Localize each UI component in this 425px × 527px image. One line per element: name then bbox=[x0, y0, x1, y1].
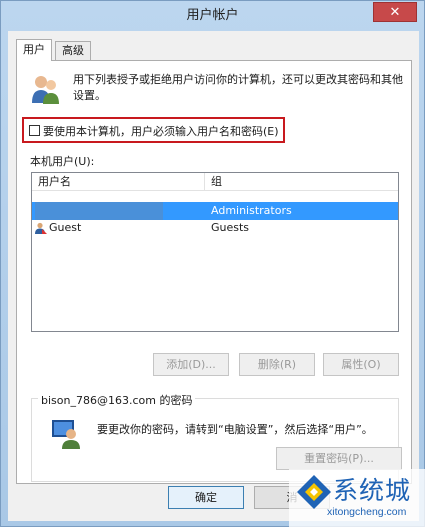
reset-password-button[interactable]: 重置密码(P)... bbox=[276, 447, 402, 470]
panel-description: 用下列表授予或拒绝用户访问你的计算机，还可以更改其密码和其他设置。 bbox=[73, 73, 403, 102]
column-header-group[interactable]: 组 bbox=[205, 173, 399, 191]
require-password-highlight: 要使用本计算机，用户必须输入用户名和密码(E) bbox=[22, 117, 285, 143]
close-button[interactable]: ✕ bbox=[373, 2, 417, 22]
require-password-label[interactable]: 要使用本计算机，用户必须输入用户名和密码(E) bbox=[43, 123, 279, 139]
watermark-url: xitongcheng.com bbox=[327, 506, 407, 518]
password-instruction: 要更改你的密码，请转到“电脑设置”，然后选择“用户”。 bbox=[97, 423, 373, 436]
user-password-icon bbox=[52, 420, 80, 449]
row-username: Guest bbox=[49, 221, 82, 234]
table-row-guest[interactable]: Guest Guests bbox=[32, 219, 398, 237]
watermark-name: 系统城 bbox=[333, 476, 412, 505]
row-group: Guests bbox=[211, 221, 250, 234]
window-title: 用户帐户 bbox=[186, 8, 239, 23]
user-accounts-window: 用户帐户 ✕ 用户 高级 用下列表授予或拒绝用户访问你的计算机，还可以更改其密码… bbox=[0, 0, 425, 527]
local-users-label: 本机用户(U): bbox=[30, 155, 95, 168]
ok-button[interactable]: 确定 bbox=[168, 486, 244, 509]
users-tab-panel: 用下列表授予或拒绝用户访问你的计算机，还可以更改其密码和其他设置。 要使用本计算… bbox=[16, 60, 412, 484]
guest-user-icon bbox=[35, 222, 47, 234]
redacted-username bbox=[35, 202, 163, 220]
remove-user-button[interactable]: 删除(R) bbox=[239, 353, 315, 376]
properties-button[interactable]: 属性(O) bbox=[323, 353, 399, 376]
require-password-checkbox[interactable] bbox=[29, 125, 40, 136]
tab-advanced[interactable]: 高级 bbox=[55, 41, 91, 60]
dialog-client-area: 用户 高级 用下列表授予或拒绝用户访问你的计算机，还可以更改其密码和其他设置。 … bbox=[8, 31, 419, 521]
tab-users[interactable]: 用户 bbox=[16, 39, 52, 61]
password-group-legend: bison_786@163.com 的密码 bbox=[38, 392, 196, 408]
add-user-button[interactable]: 添加(D)... bbox=[153, 353, 229, 376]
watermark: 系统城 xitongcheng.com bbox=[289, 469, 425, 527]
users-icon bbox=[32, 76, 59, 104]
user-list[interactable]: 用户名 组 Administrators Guest Guests bbox=[31, 172, 399, 332]
table-header: 用户名 组 bbox=[32, 173, 398, 191]
column-header-username[interactable]: 用户名 bbox=[32, 173, 205, 191]
table-row-administrator[interactable]: Administrators bbox=[32, 202, 398, 220]
row-group: Administrators bbox=[211, 204, 292, 217]
